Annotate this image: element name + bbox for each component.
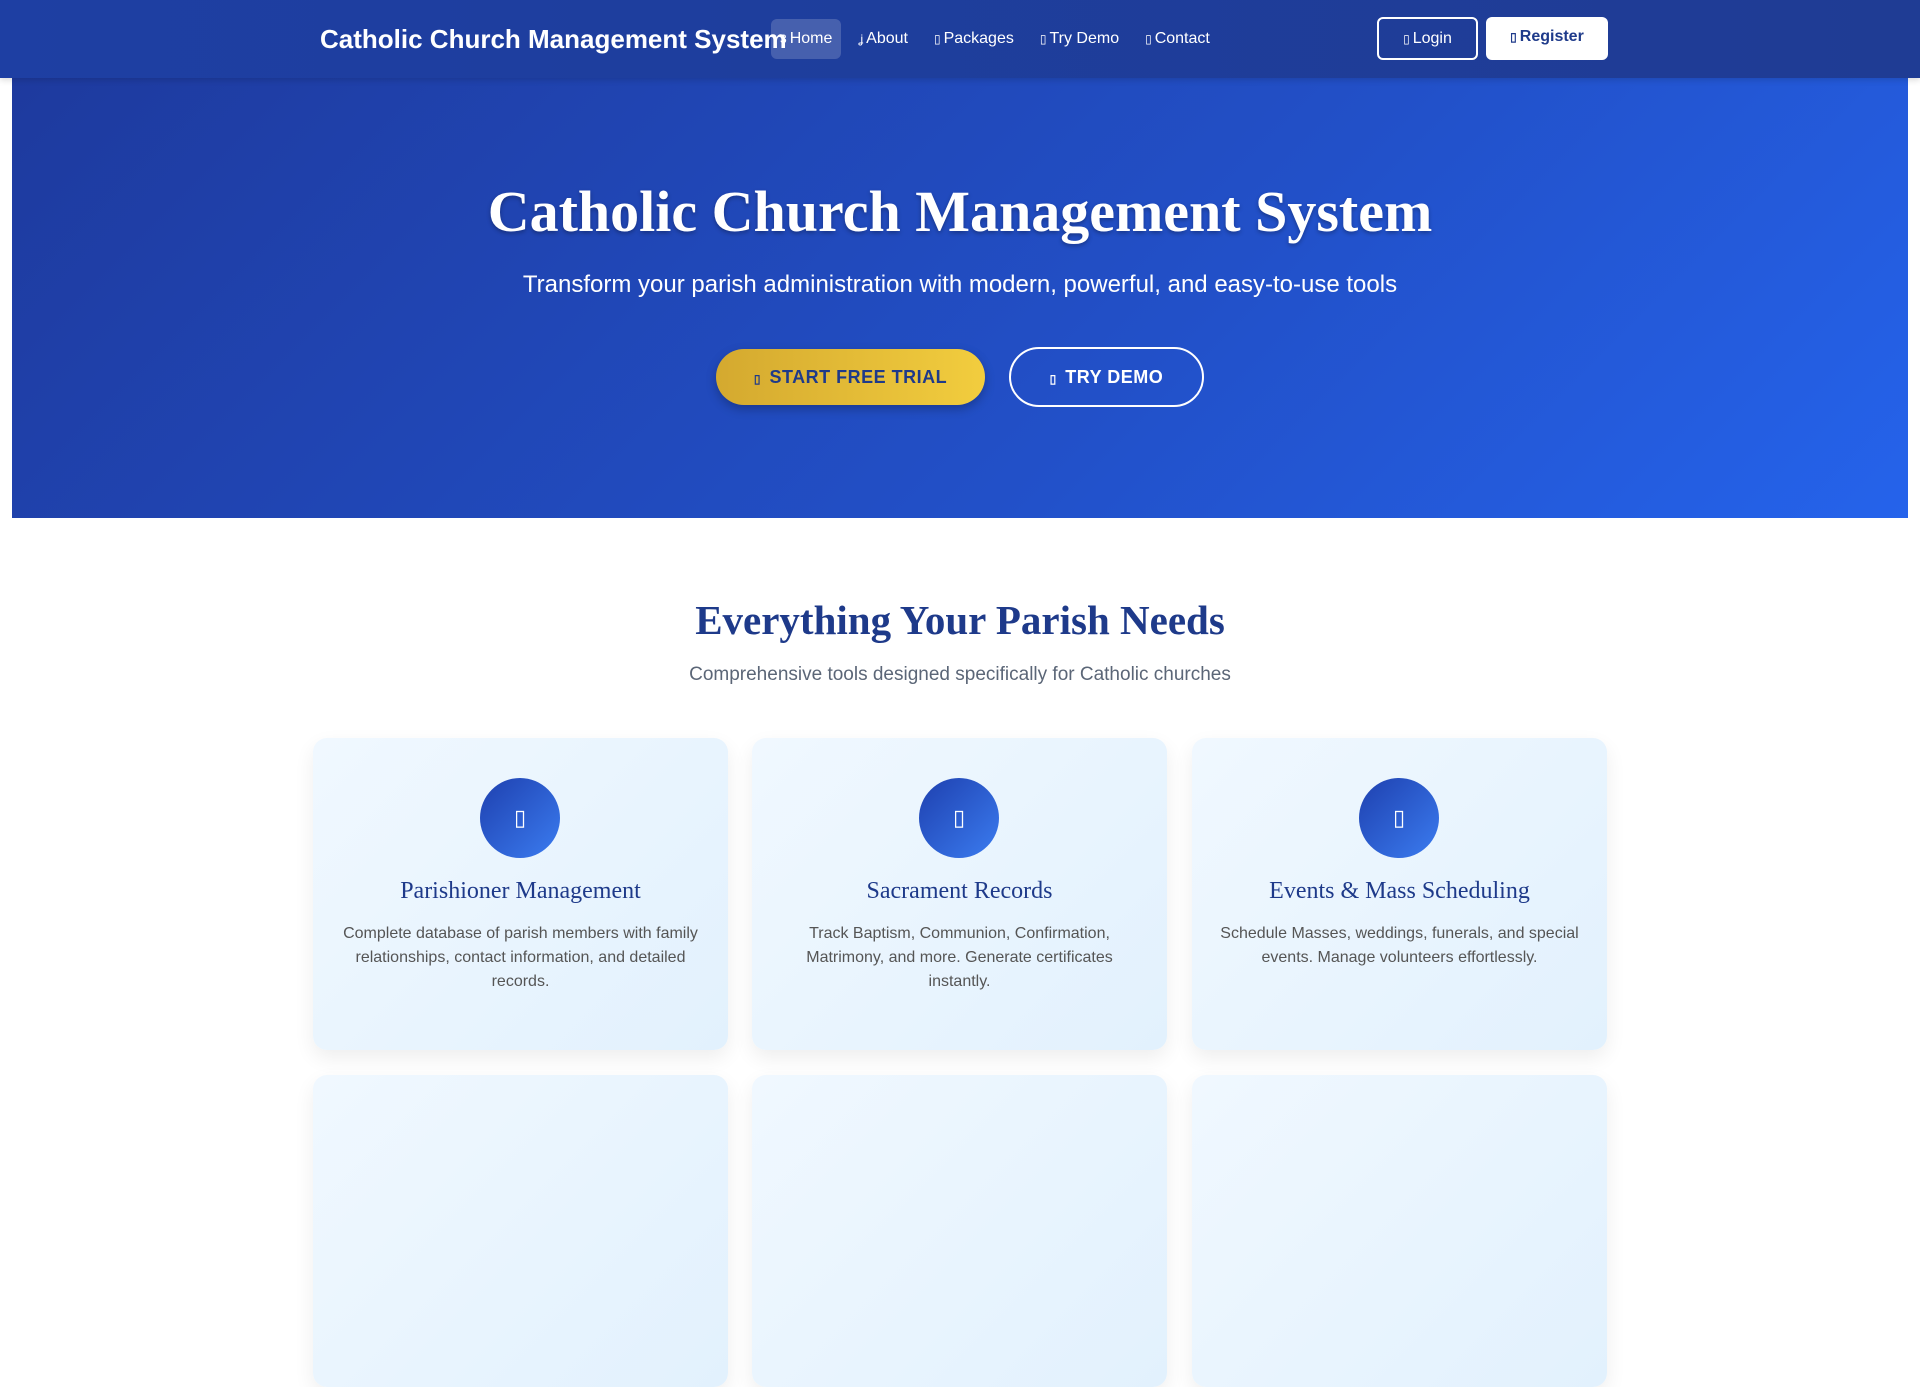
card-desc: Track Baptism, Communion, Confirmation, … [806,925,1113,990]
feature-card-events: ▯ Events & Mass Scheduling Schedule Mass… [1192,738,1607,1050]
try-demo-button[interactable]: ▯ TRY DEMO [1009,347,1204,407]
nav-about[interactable]: ʝ About [849,19,917,59]
hero-title: Catholic Church Management System [487,179,1433,244]
nav-home[interactable]: 3 Home [771,19,842,59]
home-icon: 3 [780,32,787,46]
login-button[interactable]: ▯ Login [1377,17,1478,60]
nav-try-demo[interactable]: ▯ Try Demo [1031,19,1128,59]
rocket-icon: ▯ [753,372,761,386]
hero-section: Catholic Church Management System Transf… [12,78,1908,518]
start-free-trial-button[interactable]: ▯ START FREE TRIAL [716,349,985,405]
envelope-icon: ▯ [1145,32,1152,46]
login-icon: ▯ [1403,32,1410,46]
trial-label: START FREE TRIAL [769,367,948,387]
demo-label: TRY DEMO [1065,367,1164,387]
card-desc: Schedule Masses, weddings, funerals, and… [1220,925,1579,966]
login-label: Login [1412,30,1452,47]
info-icon: ʝ [858,32,864,46]
nav-contact[interactable]: ▯ Contact [1136,19,1219,59]
book-icon: ▯ [919,778,999,858]
register-button[interactable]: ▯ Register [1486,17,1608,60]
card-title: Sacrament Records [866,878,1053,904]
calendar-icon: ▯ [1359,778,1439,858]
nav-label: Try Demo [1049,30,1120,47]
hero-subtitle: Transform your parish administration wit… [522,271,1398,298]
navbar: Catholic Church Management System 3 Home … [0,0,1920,78]
feature-card [1192,1075,1607,1387]
nav-packages[interactable]: ▯ Packages [925,19,1023,59]
users-icon: ▯ [480,778,560,858]
package-icon: ▯ [933,32,941,46]
play-icon: ▯ [1039,32,1047,46]
user-plus-icon: ▯ [1510,30,1517,44]
feature-card-parishioner: ▯ Parishioner Management Complete databa… [313,738,728,1050]
feature-card-sacrament: ▯ Sacrament Records Track Baptism, Commu… [752,738,1167,1050]
feature-card [752,1075,1167,1387]
nav-label: Home [789,30,833,47]
features-subtitle: Comprehensive tools designed specificall… [689,664,1231,685]
card-title: Parishioner Management [400,878,641,904]
features-title: Everything Your Parish Needs [695,597,1225,643]
card-desc: Complete database of parish members with… [343,925,698,990]
brand-title[interactable]: Catholic Church Management System [320,24,787,55]
register-label: Register [1519,28,1584,45]
card-title: Events & Mass Scheduling [1269,878,1530,904]
nav-links: 3 Home ʝ About ▯ Packages ▯ Try Demo ▯ Contac… [771,19,1219,59]
play-icon: ▯ [1049,372,1057,386]
feature-card [313,1075,728,1387]
nav-label: Packages [943,30,1014,47]
nav-label: Contact [1154,30,1210,47]
nav-label: About [866,30,908,47]
